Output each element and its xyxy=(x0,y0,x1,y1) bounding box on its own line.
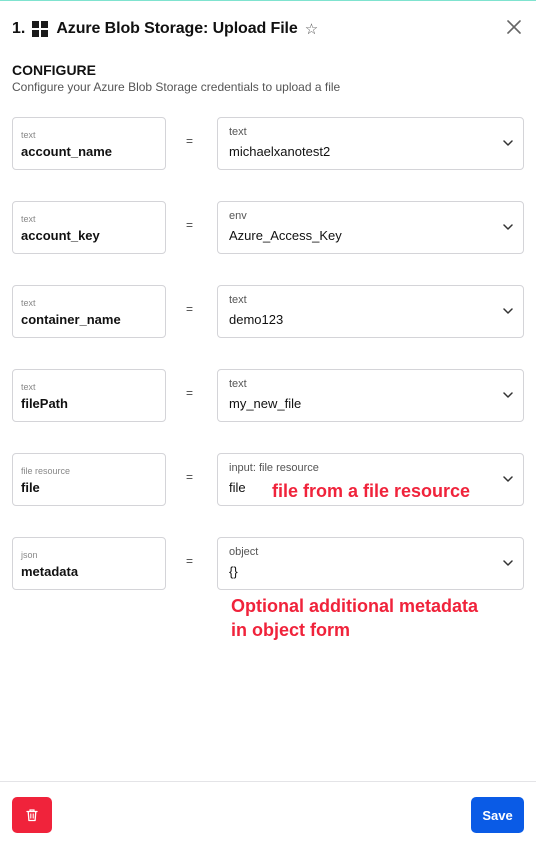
star-outline-icon[interactable]: ☆ xyxy=(305,22,318,37)
panel-title-group: 1. Azure Blob Storage: Upload File ☆ xyxy=(12,18,318,40)
input-type-label: json xyxy=(21,550,38,560)
chevron-down-icon xyxy=(503,308,513,314)
value-select[interactable]: text michaelxanotest2 xyxy=(217,117,524,170)
input-type-label: text xyxy=(21,298,36,308)
chevron-down-icon xyxy=(503,140,513,146)
input-name-field[interactable]: text account_key xyxy=(12,201,166,254)
panel-title: Azure Blob Storage: Upload File xyxy=(56,20,298,37)
panel-footer: Save xyxy=(0,781,536,845)
input-name-label: container_name xyxy=(21,312,121,327)
close-button[interactable] xyxy=(504,17,524,37)
trash-icon xyxy=(26,809,38,822)
equals-sign: = xyxy=(186,218,194,232)
step-number: 1. xyxy=(12,20,26,37)
file-annotation: file from a file resource xyxy=(272,481,471,501)
value-type-label: text xyxy=(229,126,247,138)
input-type-label: file resource xyxy=(21,466,71,476)
close-icon xyxy=(507,20,521,34)
input-name-label: file xyxy=(21,480,40,495)
input-name-label: metadata xyxy=(21,564,79,579)
value-text: michaelxanotest2 xyxy=(229,144,331,159)
equals-sign: = xyxy=(186,470,194,484)
input-row-account-key: text account_key = env Azure_Access_Key xyxy=(12,201,524,254)
input-name-field[interactable]: text filePath xyxy=(12,369,166,422)
metadata-annotation-line2: in object form xyxy=(231,620,351,640)
chevron-down-icon xyxy=(503,392,513,398)
input-row-metadata: json metadata = object {} xyxy=(12,537,524,590)
value-type-label: text xyxy=(229,294,247,306)
value-type-label: text xyxy=(229,378,247,390)
value-text: Azure_Access_Key xyxy=(229,228,342,243)
value-select[interactable]: text demo123 xyxy=(217,285,524,338)
value-select[interactable]: text my_new_file xyxy=(217,369,524,422)
equals-sign: = xyxy=(186,302,194,316)
equals-sign: = xyxy=(186,554,194,568)
configure-heading: CONFIGURE xyxy=(12,62,96,78)
input-type-label: text xyxy=(21,130,36,140)
input-type-label: text xyxy=(21,382,36,392)
input-name-field[interactable]: file resource file xyxy=(12,453,166,506)
value-text: file xyxy=(229,480,246,495)
input-row-account-name: text account_name = text michaelxanotest… xyxy=(12,117,524,170)
equals-sign: = xyxy=(186,386,194,400)
value-text: my_new_file xyxy=(229,396,302,411)
upload-file-panel: 1. Azure Blob Storage: Upload File ☆ CON… xyxy=(0,0,536,845)
value-type-label: object xyxy=(229,546,259,558)
metadata-annotation-line1: Optional additional metadata xyxy=(231,596,479,616)
value-select[interactable]: object {} xyxy=(217,537,524,590)
configure-subtitle: Configure your Azure Blob Storage creden… xyxy=(12,80,341,94)
chevron-down-icon xyxy=(503,224,513,230)
panel-header: 1. Azure Blob Storage: Upload File ☆ xyxy=(0,1,536,57)
grid-squares-icon xyxy=(32,21,49,37)
input-row-container-name: text container_name = text demo123 xyxy=(12,285,524,338)
value-select[interactable]: env Azure_Access_Key xyxy=(217,201,524,254)
chevron-down-icon xyxy=(503,560,513,566)
delete-button[interactable] xyxy=(12,797,52,833)
value-text: {} xyxy=(229,564,238,579)
value-type-label: env xyxy=(229,210,247,222)
input-name-field[interactable]: json metadata xyxy=(12,537,166,590)
input-name-label: account_name xyxy=(21,144,113,159)
save-button[interactable]: Save xyxy=(471,797,524,833)
input-row-filepath: text filePath = text my_new_file xyxy=(12,369,524,422)
value-type-label: input: file resource xyxy=(229,462,319,474)
input-name-label: filePath xyxy=(21,396,68,411)
input-type-label: text xyxy=(21,214,36,224)
input-name-field[interactable]: text account_name xyxy=(12,117,166,170)
input-name-field[interactable]: text container_name xyxy=(12,285,166,338)
input-name-label: account_key xyxy=(21,228,100,243)
value-text: demo123 xyxy=(229,312,284,327)
equals-sign: = xyxy=(186,134,194,148)
chevron-down-icon xyxy=(503,476,513,482)
